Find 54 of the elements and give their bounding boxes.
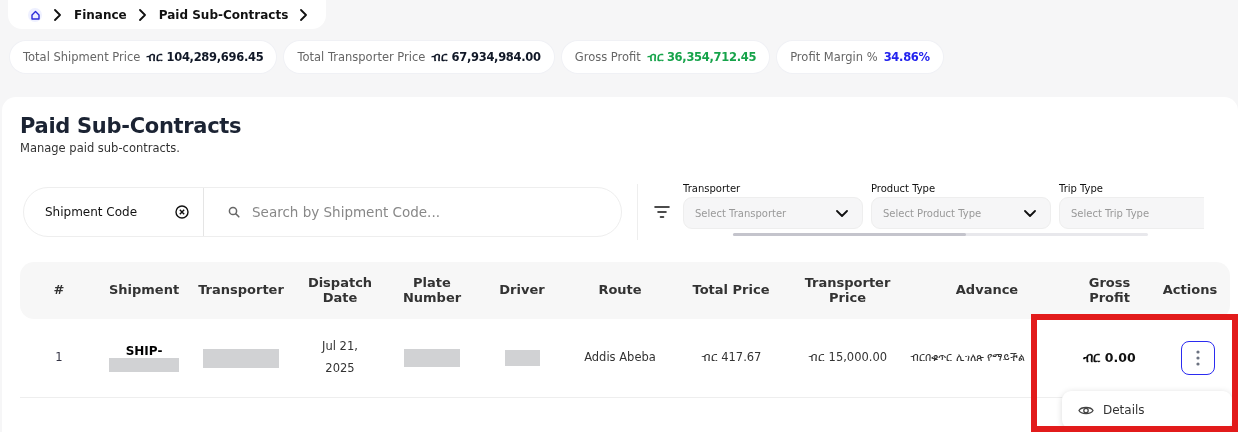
breadcrumb-link[interactable]: Finance xyxy=(74,7,127,22)
column-header: Shipment xyxy=(107,283,181,298)
more-icon xyxy=(1196,350,1200,366)
column-header: # xyxy=(52,283,66,298)
stat-label: Total Shipment Price xyxy=(23,50,141,64)
home-button[interactable] xyxy=(28,7,42,22)
table-cell-text: ብር 417.67 xyxy=(700,349,762,367)
column-header: Driver xyxy=(498,283,546,298)
filter-label: Transporter xyxy=(683,183,742,194)
filter-label: Trip Type xyxy=(1059,183,1105,194)
breadcrumb-link[interactable]: Paid Sub-Contracts xyxy=(158,7,289,22)
home-icon xyxy=(29,9,41,20)
column-header: Route xyxy=(597,283,643,298)
stat-value: ብር 36,354,712.45 xyxy=(646,50,757,64)
search-icon xyxy=(228,206,240,218)
redaction-bar xyxy=(404,349,460,367)
column-header: Actions xyxy=(1161,283,1219,298)
stat-value: 34.86% xyxy=(883,50,930,64)
menu-item[interactable]: Details xyxy=(1062,398,1232,422)
filter-label: Product Type xyxy=(871,183,937,194)
chevron-icon xyxy=(138,8,147,21)
column-header: Dispatch Date xyxy=(306,275,374,306)
table-cell-text: ብር 15,000.00 xyxy=(807,349,888,367)
column-header: Advance xyxy=(954,283,1020,298)
filter-icon[interactable] xyxy=(654,206,670,218)
table-cell-text: Addis Abeba xyxy=(584,349,656,367)
stat-label: Gross Profit xyxy=(574,50,641,64)
redaction-bar xyxy=(109,358,179,373)
chevron-icon xyxy=(300,8,309,21)
column-header: Gross Profit xyxy=(1087,275,1132,306)
column-header: Transporter Price xyxy=(803,275,892,306)
stat-value: ብር 104,289,696.45 xyxy=(146,50,264,64)
redaction-bar xyxy=(504,350,540,366)
page-title: Paid Sub-Contracts xyxy=(20,113,243,138)
column-header: Total Price xyxy=(691,283,771,298)
clear-icon[interactable] xyxy=(175,205,189,219)
table-cell-text: Jul 21, 2025 xyxy=(320,338,359,377)
stat-value: ብር 67,934,984.00 xyxy=(431,50,541,64)
stat-label: Profit Margin % xyxy=(790,50,878,64)
shipment-code: SHIP- xyxy=(125,343,163,359)
stat-label: Total Transporter Price xyxy=(297,50,426,64)
page-subtitle: Manage paid sub-contracts. xyxy=(20,141,181,155)
chevron-down-icon xyxy=(1024,209,1036,217)
table-cell-text: ብር 0.00 xyxy=(1083,349,1136,368)
chevron-icon xyxy=(54,8,62,21)
table-cell-text: ብርበቁጥር ሊገለጽ የማይችል xyxy=(910,350,1025,366)
search-bar[interactable]: Shipment Code Search by Shipment Code... xyxy=(23,187,622,237)
more-button[interactable] xyxy=(1181,341,1215,375)
search-field-selector[interactable]: Shipment Code xyxy=(45,205,138,219)
column-header: Transporter xyxy=(197,283,285,298)
chevron-down-icon xyxy=(836,209,848,217)
table-cell-text: 1 xyxy=(55,349,63,367)
scroll-bar[interactable] xyxy=(733,233,1148,236)
column-header: Plate Number xyxy=(401,275,463,306)
